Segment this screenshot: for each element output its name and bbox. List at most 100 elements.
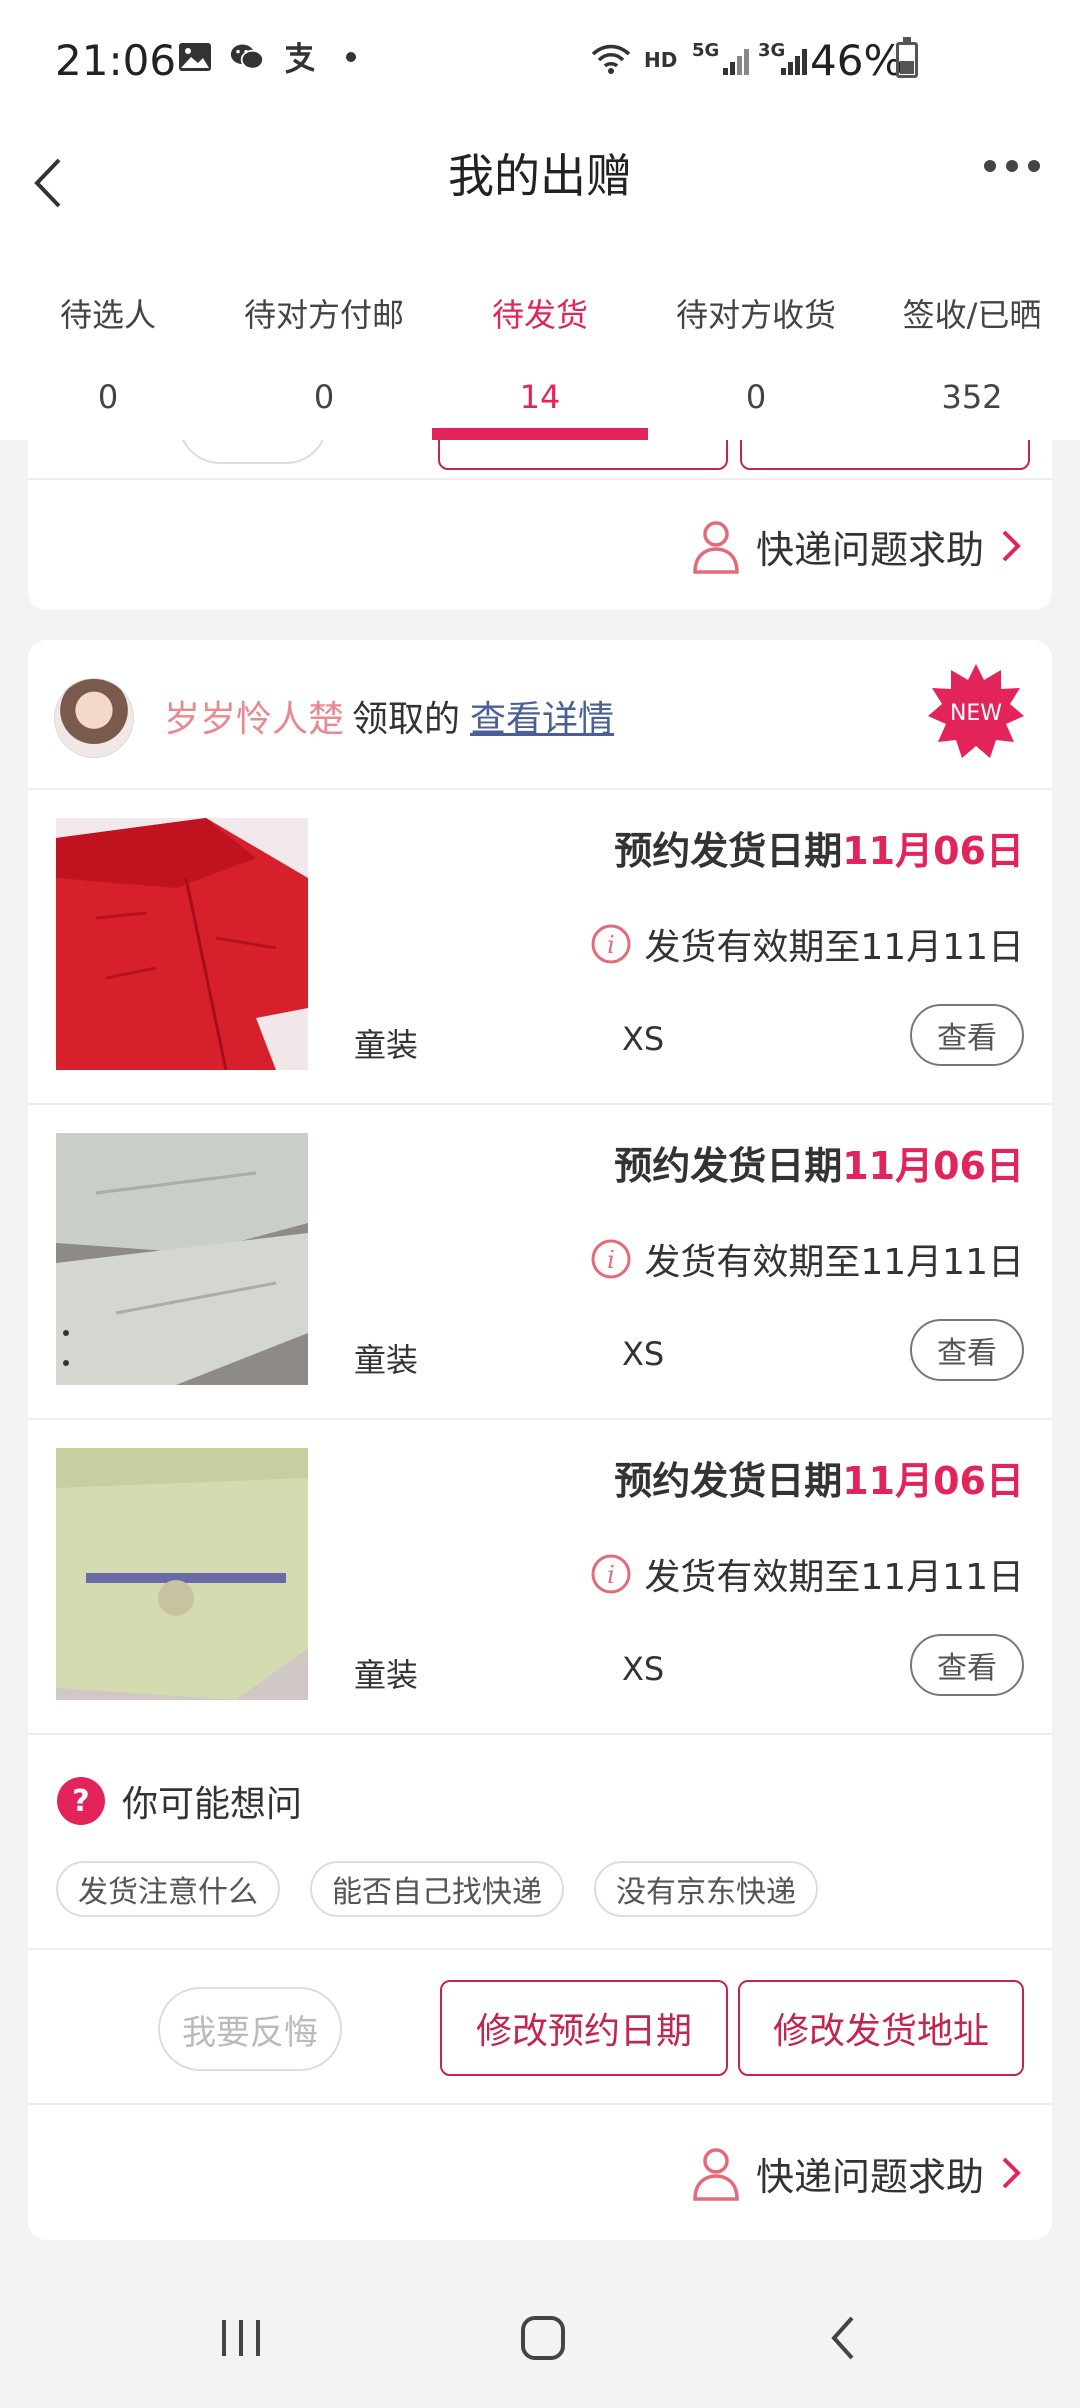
tab-count: 0 <box>745 378 767 416</box>
express-help-link[interactable]: 快递问题求助 <box>690 518 1024 574</box>
status-notification-icons <box>178 40 368 74</box>
list-item: 预约发货日期11月06日 i 发货有效期至11月11日 童装 XS 查看 <box>28 790 1052 1105</box>
expiry-text: 发货有效期至11月11日 <box>644 1557 1024 1598</box>
grey-jeans-photo[interactable] <box>56 1133 308 1385</box>
info-icon: i <box>591 1239 631 1279</box>
donation-card: 岁岁怜人楚 领取的 查看详情 NEW 预约发货日期11月06日 i 发货有效期至11… <box>28 640 1052 2240</box>
date-label: 预约发货日期 <box>614 829 843 873</box>
faq-title-text: 你可能想问 <box>122 1784 303 1825</box>
item-category: 童装 <box>354 1656 419 1694</box>
info-icon: i <box>591 924 631 964</box>
card-actions: 我要反悔 修改预约日期 修改发货地址 <box>28 1950 1052 2105</box>
tab-label: 待对方付邮 <box>243 296 404 334</box>
system-nav-bar <box>0 2268 1080 2408</box>
express-help-link[interactable]: 快递问题求助 <box>690 2145 1024 2201</box>
alipay-icon <box>282 40 316 74</box>
view-button[interactable]: 查看 <box>910 1319 1024 1381</box>
expiry-text: 发货有效期至11月11日 <box>644 1242 1024 1283</box>
dot-icon <box>334 40 368 74</box>
tab-pending-shipment[interactable]: 待发货 14 <box>432 250 648 440</box>
svg-text:i: i <box>608 1561 616 1589</box>
faq-chip[interactable]: 能否自己找快递 <box>310 1861 564 1917</box>
date-label: 预约发货日期 <box>614 1459 843 1503</box>
tab-pending-select[interactable]: 待选人 0 <box>0 250 216 440</box>
date-value: 11月06日 <box>842 1144 1024 1188</box>
tab-count: 14 <box>519 378 561 416</box>
scheduled-date: 预约发货日期11月06日 <box>614 1450 1024 1505</box>
recent-apps-icon[interactable] <box>206 2308 276 2368</box>
status-time: 21:06 <box>55 36 177 85</box>
faq-chip[interactable]: 没有京东快递 <box>594 1861 818 1917</box>
expiry-line: i 发货有效期至11月11日 <box>590 918 1024 970</box>
person-icon <box>693 2148 739 2201</box>
expiry-text: 发货有效期至11月11日 <box>644 927 1024 968</box>
signal-icon <box>723 49 749 75</box>
red-jacket-photo[interactable] <box>56 818 308 1070</box>
faq-title: ? 你可能想问 <box>56 1775 302 1827</box>
tab-signed[interactable]: 签收/已晒 352 <box>864 250 1080 440</box>
chevron-right-icon <box>1002 2157 1021 2189</box>
tab-pending-receipt[interactable]: 待对方收货 0 <box>648 250 864 440</box>
card-header: 岁岁怜人楚 领取的 查看详情 NEW <box>28 640 1052 790</box>
view-button[interactable]: 查看 <box>910 1634 1024 1696</box>
divider <box>28 478 1052 480</box>
svg-text:i: i <box>608 931 616 959</box>
tab-pending-postage[interactable]: 待对方付邮 0 <box>216 250 432 440</box>
question-icon: ? <box>57 1777 105 1825</box>
expiry-line: i 发货有效期至11月11日 <box>590 1233 1024 1285</box>
svg-text:?: ? <box>72 1784 89 1819</box>
more-dots-icon[interactable] <box>984 160 1040 172</box>
help-section: 快递问题求助 <box>28 2105 1052 2240</box>
nav-bar: 我的出赠 <box>0 120 1080 250</box>
receiver-name[interactable]: 岁岁怜人楚 <box>164 699 344 740</box>
status-tabs: 待选人 0 待对方付邮 0 待发货 14 待对方收货 0 签收/已晒 352 <box>0 250 1080 440</box>
help-label: 快递问题求助 <box>755 2154 984 2199</box>
item-category: 童装 <box>354 1026 419 1064</box>
wechat-icon <box>230 40 264 74</box>
battery-percent: 46% <box>810 36 904 85</box>
previous-card: 快递问题求助 <box>28 380 1052 610</box>
tab-label: 待发货 <box>491 296 588 334</box>
5g-label: 5G <box>692 40 720 61</box>
view-button[interactable]: 查看 <box>910 1004 1024 1066</box>
expiry-line: i 发货有效期至11月11日 <box>590 1548 1024 1600</box>
change-date-button[interactable]: 修改预约日期 <box>440 1980 728 2076</box>
receiver-line: 岁岁怜人楚 领取的 查看详情 <box>164 690 614 742</box>
view-detail-link[interactable]: 查看详情 <box>470 699 614 740</box>
regret-button[interactable]: 我要反悔 <box>158 1987 342 2071</box>
status-bar: 21:06 HD 5G 3G 46% <box>0 0 1080 120</box>
green-shirt-photo[interactable] <box>56 1448 308 1700</box>
item-size: XS <box>622 1335 665 1373</box>
avatar[interactable] <box>54 678 134 758</box>
new-badge: NEW <box>928 664 1024 758</box>
item-size: XS <box>622 1650 665 1688</box>
hd-label: HD <box>644 48 678 72</box>
date-value: 11月06日 <box>842 829 1024 873</box>
svg-text:i: i <box>608 1246 616 1274</box>
home-icon[interactable] <box>508 2308 578 2368</box>
tab-count: 0 <box>313 378 335 416</box>
wifi-icon <box>591 44 631 74</box>
faq-chip[interactable]: 发货注意什么 <box>56 1861 280 1917</box>
new-badge-text: NEW <box>950 701 1002 726</box>
tab-label: 签收/已晒 <box>902 296 1042 334</box>
person-icon <box>693 521 739 574</box>
tab-count: 352 <box>941 378 1003 416</box>
faq-section: ? 你可能想问 发货注意什么 能否自己找快递 没有京东快递 <box>28 1735 1052 1950</box>
chevron-right-icon <box>1002 530 1021 562</box>
signal-icon-2 <box>781 49 807 75</box>
receiver-verb: 领取的 <box>352 699 461 740</box>
active-tab-indicator <box>432 428 648 440</box>
image-icon <box>178 40 212 74</box>
faq-chips: 发货注意什么 能否自己找快递 没有京东快递 <box>56 1861 818 1917</box>
list-item: 预约发货日期11月06日 i 发货有效期至11月11日 童装 XS 查看 <box>28 1420 1052 1735</box>
item-category: 童装 <box>354 1341 419 1379</box>
change-address-button[interactable]: 修改发货地址 <box>738 1980 1024 2076</box>
help-label: 快递问题求助 <box>755 527 984 572</box>
battery-icon <box>896 37 918 78</box>
item-size: XS <box>622 1020 665 1058</box>
back-icon[interactable] <box>810 2308 880 2368</box>
tab-label: 待对方收货 <box>675 296 836 334</box>
date-label: 预约发货日期 <box>614 1144 843 1188</box>
tab-count: 0 <box>97 378 119 416</box>
